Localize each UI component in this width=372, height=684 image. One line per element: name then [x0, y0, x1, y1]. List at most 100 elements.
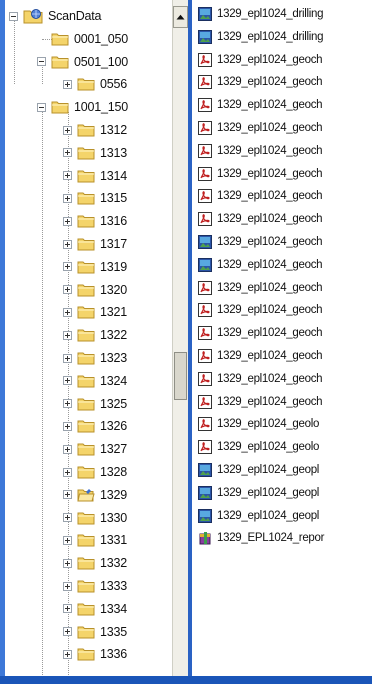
expand-plus-icon[interactable]: [63, 330, 72, 340]
file-list-item[interactable]: 1329_epl1024_geoch: [198, 209, 323, 229]
expand-plus-icon[interactable]: [63, 490, 72, 500]
file-list-item[interactable]: 1329_epl1024_drilling: [198, 27, 324, 47]
tree-root-node[interactable]: ScanData: [9, 6, 101, 26]
file-list-item[interactable]: 1329_epl1024_geoch: [198, 95, 323, 115]
tree-folder-node[interactable]: 1329: [63, 485, 127, 505]
file-list-item[interactable]: 1329_epl1024_geoch: [198, 369, 323, 389]
collapse-minus-icon[interactable]: [37, 102, 46, 112]
folder-icon: [77, 351, 95, 365]
expand-plus-icon[interactable]: [63, 171, 72, 181]
folder-icon: [77, 602, 95, 616]
tree-node-label: 1001_150: [74, 100, 129, 115]
expand-plus-icon[interactable]: [63, 193, 72, 203]
file-list-item[interactable]: 1329_epl1024_geolo: [198, 414, 319, 434]
tree-folder-node[interactable]: 1336: [63, 644, 127, 664]
file-list-item[interactable]: 1329_epl1024_geoch: [198, 118, 323, 138]
file-list-item[interactable]: 1329_epl1024_geoch: [198, 186, 323, 206]
expand-plus-icon[interactable]: [63, 216, 72, 226]
expand-plus-icon[interactable]: [63, 285, 72, 295]
acrobat-file-icon: [198, 212, 212, 227]
scroll-thumb[interactable]: [174, 352, 187, 400]
expand-plus-icon[interactable]: [63, 649, 72, 659]
expand-plus-icon[interactable]: [63, 421, 72, 431]
tree-folder-node[interactable]: 1324: [63, 371, 127, 391]
tree-folder-node[interactable]: 1334: [63, 599, 127, 619]
file-list-item[interactable]: 1329_epl1024_geoch: [198, 300, 323, 320]
tree-folder-node[interactable]: 0001_050: [37, 29, 128, 49]
expand-plus-icon[interactable]: [63, 399, 72, 409]
tree-folder-node[interactable]: 1322: [63, 325, 127, 345]
tree-folder-node[interactable]: 1327: [63, 439, 127, 459]
file-list-item[interactable]: 1329_epl1024_geoch: [198, 346, 323, 366]
tree-folder-node[interactable]: 1320: [63, 280, 127, 300]
tree-folder-node[interactable]: 1001_150: [37, 97, 128, 117]
tree-folder-node[interactable]: 1333: [63, 576, 127, 596]
arrow-up-icon: [176, 14, 185, 20]
file-list-item[interactable]: 1329_epl1024_geolo: [198, 437, 319, 457]
tree-folder-node[interactable]: 1315: [63, 188, 127, 208]
tree-folder-node[interactable]: 1312: [63, 120, 127, 140]
file-list-item[interactable]: 1329_epl1024_geoch: [198, 50, 323, 70]
file-list-item[interactable]: 1329_epl1024_drilling: [198, 4, 324, 24]
file-list-item[interactable]: 1329_EPL1024_repor: [198, 528, 324, 548]
collapse-minus-icon[interactable]: [37, 57, 46, 67]
acrobat-file-icon: [198, 349, 212, 363]
file-name: 1329_epl1024_geoch: [217, 281, 323, 294]
folder-icon: [77, 283, 95, 297]
file-list-item[interactable]: 1329_epl1024_geoch: [198, 278, 323, 298]
tree-folder-node[interactable]: 1321: [63, 302, 127, 322]
file-list-item[interactable]: 1329_epl1024_geoch: [198, 392, 323, 412]
expand-plus-icon[interactable]: [63, 513, 72, 523]
expand-plus-icon[interactable]: [63, 125, 72, 135]
file-list-item[interactable]: 1329_epl1024_geoch: [198, 323, 323, 343]
file-list-item[interactable]: 1329_epl1024_geopl: [198, 460, 319, 480]
tree-folder-node[interactable]: 1326: [63, 416, 127, 436]
collapse-minus-icon[interactable]: [9, 11, 18, 21]
expand-plus-icon[interactable]: [63, 604, 72, 614]
expand-plus-icon[interactable]: [63, 262, 72, 272]
file-list-item[interactable]: 1329_epl1024_geoch: [198, 255, 323, 275]
tree-folder-node[interactable]: 0501_100: [37, 52, 128, 72]
file-list[interactable]: 1329_epl1024_drilling 1329_epl1024_drilli…: [192, 0, 372, 676]
tree-folder-node[interactable]: 0556: [63, 74, 127, 94]
tree-folder-node[interactable]: 1328: [63, 462, 127, 482]
tree-folder-node[interactable]: 1332: [63, 553, 127, 573]
expand-plus-icon[interactable]: [63, 307, 72, 317]
expand-plus-icon[interactable]: [63, 444, 72, 454]
file-list-item[interactable]: 1329_epl1024_geoch: [198, 72, 323, 92]
file-name: 1329_epl1024_geoch: [217, 258, 323, 271]
expand-plus-icon[interactable]: [63, 558, 72, 568]
file-name: 1329_epl1024_geoch: [217, 53, 323, 66]
file-list-item[interactable]: 1329_epl1024_geopl: [198, 483, 319, 503]
file-list-item[interactable]: 1329_epl1024_geoch: [198, 232, 323, 252]
expand-plus-icon[interactable]: [63, 376, 72, 386]
file-list-item[interactable]: 1329_epl1024_geoch: [198, 164, 323, 184]
tree-folder-node[interactable]: 1330: [63, 508, 127, 528]
tree-node-label: 1329: [100, 487, 128, 502]
expand-plus-icon[interactable]: [63, 467, 72, 477]
expand-plus-icon[interactable]: [63, 535, 72, 545]
tree-node-label: 0556: [100, 77, 128, 92]
folder-tree[interactable]: ScanData 0001_050 0501_100 0556 1001_150 1312…: [5, 0, 172, 676]
acrobat-file-icon: [198, 280, 212, 295]
tree-folder-node[interactable]: 1316: [63, 211, 127, 231]
expand-plus-icon[interactable]: [63, 627, 72, 637]
expand-plus-icon[interactable]: [63, 239, 72, 249]
tree-folder-node[interactable]: 1319: [63, 257, 127, 277]
file-list-item[interactable]: 1329_epl1024_geopl: [198, 506, 319, 526]
expand-plus-icon[interactable]: [63, 148, 72, 158]
tree-folder-node[interactable]: 1317: [63, 234, 127, 254]
expand-plus-icon[interactable]: [63, 79, 72, 89]
tree-folder-node[interactable]: 1335: [63, 622, 127, 642]
tree-node-label: 1320: [100, 282, 128, 297]
tree-folder-node[interactable]: 1313: [63, 143, 127, 163]
file-list-item[interactable]: 1329_epl1024_geoch: [198, 141, 323, 161]
scroll-up-button[interactable]: [173, 6, 188, 28]
tree-folder-node[interactable]: 1314: [63, 166, 127, 186]
tree-scrollbar[interactable]: [172, 0, 189, 676]
tree-folder-node[interactable]: 1331: [63, 530, 127, 550]
expand-plus-icon[interactable]: [63, 581, 72, 591]
expand-plus-icon[interactable]: [63, 353, 72, 363]
tree-folder-node[interactable]: 1325: [63, 394, 127, 414]
tree-folder-node[interactable]: 1323: [63, 348, 127, 368]
